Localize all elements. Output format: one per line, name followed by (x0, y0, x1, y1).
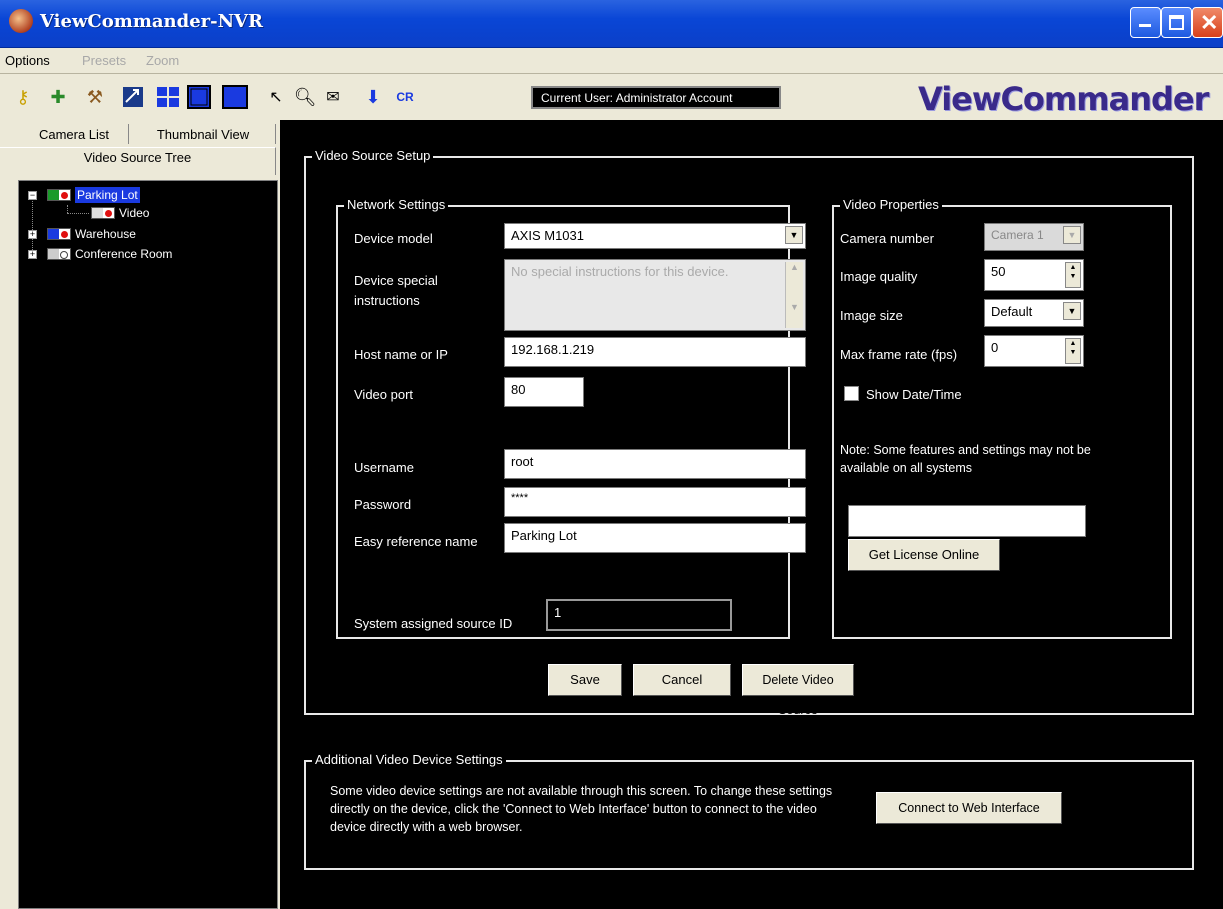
camera-icon (47, 189, 71, 201)
camera-icon (47, 248, 71, 260)
get-license-button[interactable]: Get License Online (848, 539, 1000, 571)
tab-video-source-tree[interactable]: Video Source Tree (0, 147, 276, 175)
video-source-setup-group: Video Source Setup Network Settings Devi… (304, 148, 1194, 717)
current-user-display: Current User: Administrator Account (531, 86, 781, 109)
video-properties-group: Video Properties Camera number Camera 1 … (832, 197, 1172, 639)
save-button[interactable]: Save (548, 664, 622, 696)
video-source-tree: − Parking Lot Video + Warehouse + Confer… (18, 180, 278, 909)
device-model-select[interactable]: AXIS M1031 ▼ (504, 223, 806, 249)
host-label: Host name or IP (354, 347, 448, 362)
username-label: Username (354, 460, 414, 475)
single-view-icon[interactable] (222, 84, 248, 110)
monitor-icon[interactable]: ⬇ (360, 84, 386, 110)
maximize-button[interactable] (1161, 7, 1192, 38)
dual-view-icon[interactable] (186, 84, 212, 110)
tree-item-conference-room[interactable]: + Conference Room (28, 247, 172, 261)
camnum-select[interactable]: Camera 1 ▼ (984, 223, 1084, 251)
brand-logo: ViewCommander (918, 80, 1209, 118)
collapse-icon[interactable]: − (28, 190, 37, 200)
additional-description: Some video device settings are not avail… (330, 784, 833, 834)
group-title: Video Source Setup (312, 148, 434, 163)
minimize-button[interactable] (1130, 7, 1161, 38)
tree-item-warehouse[interactable]: + Warehouse (28, 227, 136, 241)
password-input[interactable]: **** (504, 487, 806, 517)
group-title: Video Properties (840, 197, 942, 212)
expand-icon[interactable]: + (28, 249, 37, 259)
close-icon: ✕ (1200, 10, 1219, 35)
password-label: Password (354, 497, 412, 512)
camnum-label: Camera number (840, 231, 934, 246)
camera-icon (91, 207, 115, 219)
dropdown-arrow-icon[interactable]: ▼ (785, 226, 803, 244)
app-icon (9, 9, 33, 33)
quality-label: Image quality (840, 269, 918, 284)
refname-label: Easy reference name (354, 534, 478, 549)
scrollbar[interactable]: ▲ ▼ (785, 262, 803, 328)
key-icon[interactable]: ⚷ (10, 84, 36, 110)
grid-view-icon[interactable] (155, 84, 181, 110)
note-text: Note: Some features and settings may not… (840, 443, 1091, 475)
menu-bar: Options Presets Zoom (0, 48, 1223, 74)
tools-icon[interactable]: ⚒ (82, 84, 108, 110)
username-input[interactable]: root (504, 449, 806, 479)
app-window: ViewCommander-NVR ✕ Options Presets Zoom… (0, 0, 1223, 909)
add-camera-icon[interactable]: ✚ (45, 84, 71, 110)
record-icon[interactable]: ✉ (320, 84, 346, 110)
device-model-label: Device model (354, 231, 433, 246)
menu-presets[interactable]: Presets (82, 53, 126, 68)
zoom-icon[interactable]: 🔍︎ (292, 84, 318, 110)
sourceid-display: 1 (546, 599, 732, 631)
quality-spinner[interactable]: 50 ▲ ▼ (984, 259, 1084, 291)
show-datetime-label: Show Date/Time (866, 387, 962, 402)
close-button[interactable]: ✕ (1192, 7, 1223, 38)
main-panel: Video Source Setup Network Settings Devi… (280, 120, 1223, 909)
menu-zoom[interactable]: Zoom (146, 53, 179, 68)
camera-icon (47, 228, 71, 240)
show-datetime-checkbox[interactable] (844, 386, 859, 401)
swap-icon[interactable] (120, 84, 146, 110)
dropdown-arrow-icon[interactable]: ▼ (1063, 302, 1081, 320)
fps-spinner[interactable]: 0 ▲ ▼ (984, 335, 1084, 367)
port-input[interactable]: 80 (504, 377, 584, 407)
port-label: Video port (354, 387, 414, 402)
instructions-textarea[interactable]: No special instructions for this device.… (504, 259, 806, 331)
toolbar: ⚷ ✚ ⚒ ↖ 🔍︎ ✉ ⬇ CR Current User: Administ… (0, 74, 1223, 120)
network-settings-group: Network Settings Device model AXIS M1031… (336, 197, 806, 639)
sourceid-label: System assigned source ID (354, 616, 513, 631)
connect-web-interface-button[interactable]: Connect to Web Interface (876, 792, 1062, 824)
size-select[interactable]: Default ▼ (984, 299, 1084, 327)
menu-options[interactable]: Options (5, 53, 50, 68)
group-title: Network Settings (344, 197, 449, 212)
window-title: ViewCommander-NVR (40, 11, 263, 32)
additional-settings-group: Additional Video Device Settings Some vi… (304, 752, 1194, 870)
tab-thumbnail-view[interactable]: Thumbnail View (148, 127, 258, 142)
size-label: Image size (840, 308, 903, 323)
cr-icon[interactable]: CR (392, 84, 418, 110)
title-bar[interactable]: ViewCommander-NVR ✕ (0, 0, 1223, 48)
dropdown-arrow-icon[interactable]: ▼ (1063, 226, 1081, 244)
host-input[interactable]: 192.168.1.219 (504, 337, 806, 367)
instructions-label: Device special instructions (354, 273, 438, 308)
fps-label: Max frame rate (fps) (840, 347, 958, 362)
refname-input[interactable]: Parking Lot (504, 523, 806, 553)
expand-icon[interactable]: + (28, 229, 37, 239)
tree-item-video[interactable]: Video (91, 206, 149, 220)
delete-video-source-button[interactable]: Delete Video Source (742, 664, 854, 717)
pointer-icon[interactable]: ↖ (263, 84, 289, 110)
spinner-arrows-icon[interactable]: ▲ ▼ (1065, 262, 1081, 288)
cancel-button[interactable]: Cancel (633, 664, 731, 696)
tab-camera-list[interactable]: Camera List (30, 127, 118, 142)
license-input[interactable] (848, 505, 1086, 537)
group-title: Additional Video Device Settings (312, 752, 506, 767)
spinner-arrows-icon[interactable]: ▲ ▼ (1065, 338, 1081, 364)
tree-item-parking-lot[interactable]: − Parking Lot (28, 187, 140, 203)
